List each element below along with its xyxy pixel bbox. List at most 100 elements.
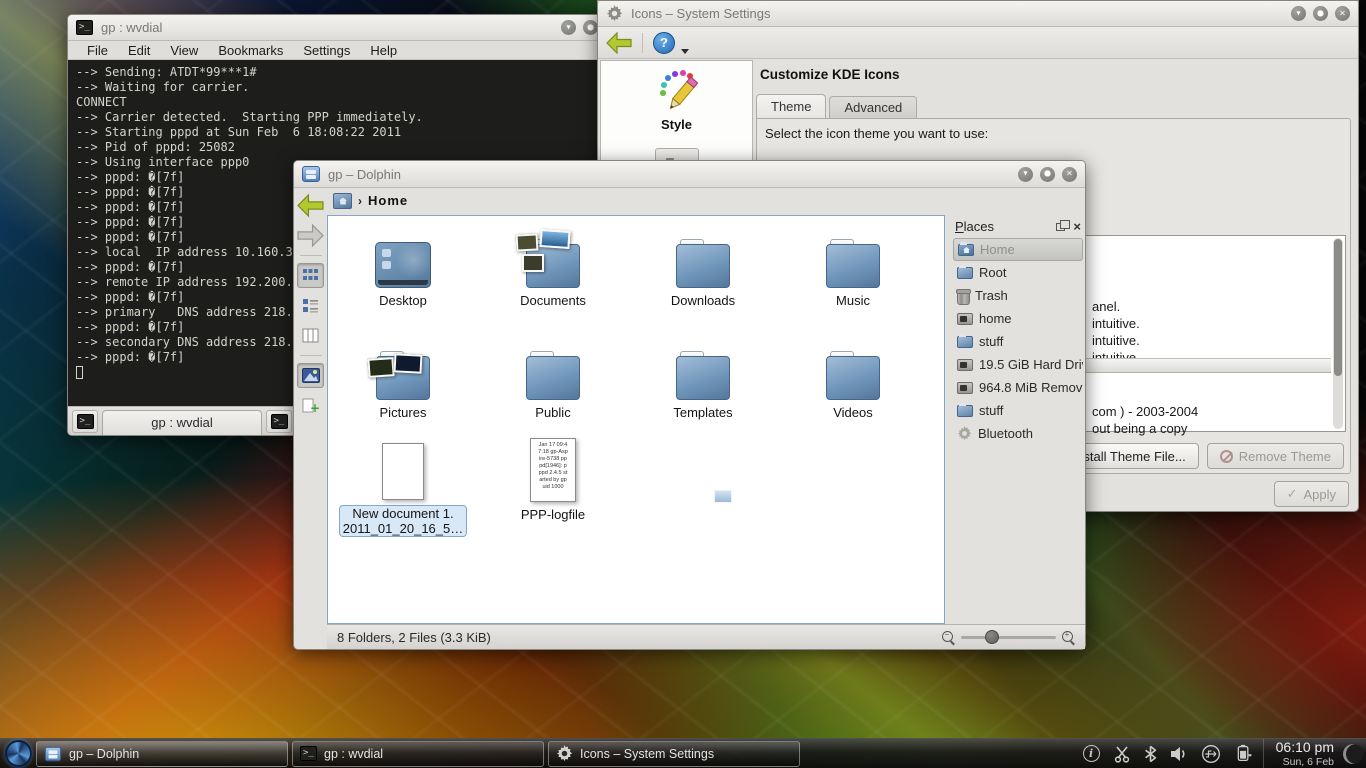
close-button[interactable]: × (1335, 6, 1350, 21)
places-item-trash[interactable]: Trash (953, 284, 1083, 307)
system-tray: i (1083, 744, 1263, 764)
tab-theme[interactable]: Theme (756, 94, 826, 118)
volume-icon[interactable] (1170, 745, 1188, 763)
taskbar: gp – Dolphin >_ gp : wvdial Icons – Syst… (0, 738, 1366, 768)
folder-icon (957, 405, 973, 417)
terminal-icon: >_ (271, 414, 288, 429)
file-item-music[interactable]: Music (778, 224, 928, 308)
bluetooth-icon[interactable] (1144, 745, 1157, 763)
folder-icon (826, 356, 880, 400)
task-system-settings[interactable]: Icons – System Settings (548, 741, 800, 767)
file-item-pictures[interactable]: Pictures (328, 336, 478, 420)
file-label: Music (778, 293, 928, 308)
help-button[interactable]: ? (653, 32, 675, 54)
task-dolphin[interactable]: gp – Dolphin (36, 741, 288, 767)
icons-view-button[interactable] (297, 263, 324, 288)
back-button[interactable] (606, 32, 632, 54)
file-preview-text: Jan 17 09:4 7:18 gp-Asp ire-5738 pp pd[1… (533, 442, 573, 491)
no-entry-icon (1220, 450, 1233, 463)
removable-drive-icon (957, 382, 973, 394)
close-panel-icon[interactable]: × (1073, 220, 1081, 233)
app-launcher-button[interactable] (0, 739, 36, 768)
gear-icon (556, 745, 573, 762)
menu-edit[interactable]: Edit (119, 43, 159, 58)
theme-list-scrollbar[interactable] (1333, 238, 1343, 429)
folder-icon (676, 356, 730, 400)
terminal-titlebar[interactable]: >_ gp : wvdial ▾ ● (68, 15, 606, 41)
file-item-public[interactable]: Public (478, 336, 628, 420)
close-button[interactable]: × (1062, 167, 1077, 182)
menu-bookmarks[interactable]: Bookmarks (209, 43, 292, 58)
file-item-new-document[interactable]: New document 1.2011_01_20_16_5… (328, 438, 478, 537)
toolbar-separator (300, 255, 322, 256)
minimize-button[interactable]: ▾ (561, 20, 576, 35)
remove-theme-button[interactable]: Remove Theme (1207, 443, 1344, 469)
dolphin-file-view[interactable]: Desktop Documents Downloads Music (327, 215, 945, 624)
zoom-slider[interactable] (961, 630, 1056, 644)
places-item-home-partition[interactable]: home (953, 307, 1083, 330)
file-item-templates[interactable]: Templates (628, 336, 778, 420)
file-item-videos[interactable]: Videos (778, 336, 928, 420)
forward-button[interactable] (297, 223, 324, 248)
tab-advanced[interactable]: Advanced (829, 96, 917, 118)
maximize-button[interactable]: ● (583, 20, 598, 35)
zoom-out-icon[interactable]: − (942, 631, 955, 644)
menu-help[interactable]: Help (361, 43, 406, 58)
back-button[interactable] (297, 193, 324, 218)
battery-icon[interactable] (1234, 744, 1253, 763)
places-item-bluetooth[interactable]: Bluetooth (953, 422, 1083, 445)
usb-device-icon[interactable] (1201, 744, 1221, 764)
maximize-button[interactable]: ● (1040, 167, 1055, 182)
places-item-removable[interactable]: 964.8 MiB Remov… (953, 376, 1083, 399)
apply-button[interactable]: ✓ Apply (1274, 481, 1349, 507)
tab-list-button[interactable]: >_ (266, 410, 292, 433)
home-icon[interactable] (333, 193, 352, 209)
file-item-downloads[interactable]: Downloads (628, 224, 778, 308)
columns-view-button[interactable] (297, 323, 324, 348)
menu-view[interactable]: View (161, 43, 207, 58)
file-item-ppp-logfile[interactable]: Jan 17 09:4 7:18 gp-Asp ire-5738 pp pd[1… (478, 434, 628, 522)
task-wvdial[interactable]: >_ gp : wvdial (292, 741, 544, 767)
places-item-root[interactable]: Root (953, 261, 1083, 284)
clock[interactable]: 06:10 pm Sun, 6 Feb (1263, 739, 1340, 767)
dolphin-titlebar[interactable]: gp – Dolphin ▾ ● × (294, 161, 1085, 188)
menu-file[interactable]: File (78, 43, 117, 58)
klipper-scissors-icon[interactable] (1113, 745, 1131, 763)
dolphin-app-icon (302, 166, 320, 182)
sidebar-item-style[interactable]: Style (661, 117, 692, 132)
split-view-button[interactable]: + (297, 393, 324, 418)
preview-button[interactable] (297, 363, 324, 388)
clock-time: 06:10 pm (1276, 739, 1334, 755)
file-item-desktop[interactable]: Desktop (328, 224, 478, 308)
clock-date: Sun, 6 Feb (1276, 756, 1334, 768)
selected-file-label: New document 1.2011_01_20_16_5… (339, 505, 468, 537)
file-item-documents[interactable]: Documents (478, 224, 628, 308)
system-settings-titlebar[interactable]: Icons – System Settings ▾ ● × (598, 1, 1358, 27)
hard-drive-icon (957, 359, 973, 371)
launcher-swirl-icon (5, 740, 32, 767)
zoom-in-icon[interactable]: + (1062, 631, 1075, 644)
page-title: Customize KDE Icons (760, 67, 900, 82)
menu-settings[interactable]: Settings (294, 43, 359, 58)
float-panel-icon[interactable] (1056, 223, 1065, 231)
new-tab-button[interactable]: >_ (72, 410, 98, 433)
minimize-button[interactable]: ▾ (1018, 167, 1033, 182)
settings-tabs: Theme Advanced (756, 96, 920, 118)
zoom-slider-handle[interactable] (985, 630, 999, 644)
places-item-hard-drive[interactable]: 19.5 GiB Hard Drive (953, 353, 1083, 376)
preview-icon (302, 368, 320, 383)
chevron-down-icon[interactable] (681, 49, 689, 54)
places-item-stuff2[interactable]: stuff (953, 399, 1083, 422)
details-view-button[interactable] (297, 293, 324, 318)
breadcrumb-home[interactable]: Home (368, 193, 408, 208)
text-preview-icon: Jan 17 09:4 7:18 gp-Asp ire-5738 pp pd[1… (530, 438, 576, 502)
notifications-info-icon[interactable]: i (1083, 745, 1100, 762)
terminal-tab[interactable]: gp : wvdial (102, 410, 262, 435)
places-item-home[interactable]: Home (953, 238, 1083, 261)
maximize-button[interactable]: ● (1313, 6, 1328, 21)
scrollbar-thumb[interactable] (1334, 239, 1342, 376)
places-item-stuff[interactable]: stuff (953, 330, 1083, 353)
file-label: Downloads (628, 293, 778, 308)
panel-toolbox-icon[interactable] (1340, 739, 1366, 768)
minimize-button[interactable]: ▾ (1291, 6, 1306, 21)
